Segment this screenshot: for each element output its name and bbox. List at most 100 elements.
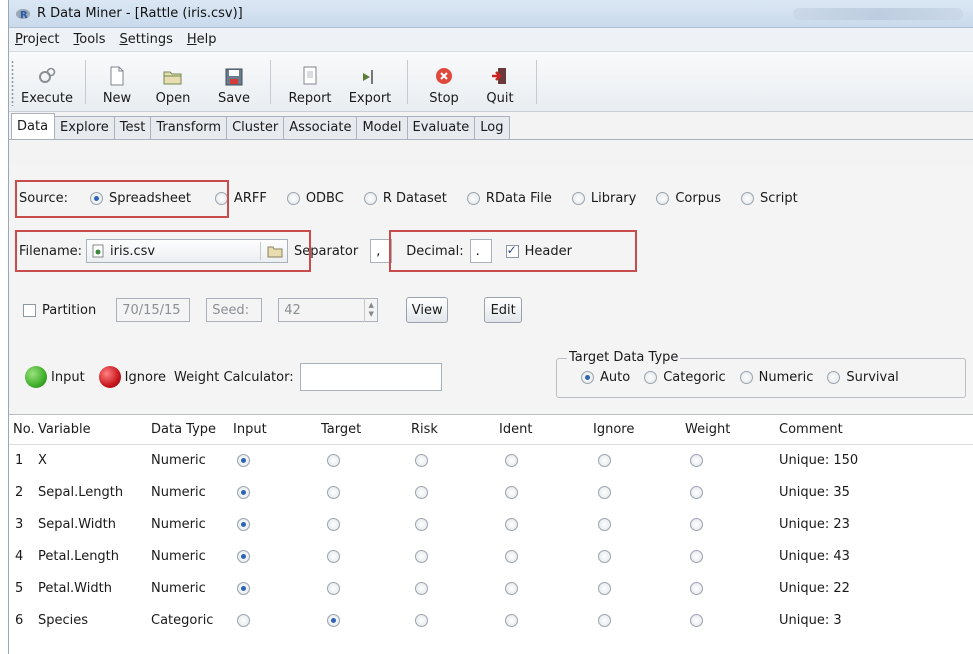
tab-model[interactable]: Model [356,116,408,139]
ignore-red-icon[interactable] [98,366,121,388]
target-auto-radio[interactable] [581,371,594,384]
role-risk-radio[interactable] [415,453,428,467]
input-green-icon[interactable] [25,366,47,388]
role-ignore-radio[interactable] [598,517,611,531]
execute-button[interactable]: Execute [17,55,77,111]
new-button[interactable]: New [94,55,140,111]
tab-associate[interactable]: Associate [283,116,358,139]
role-weight-radio[interactable] [690,581,703,595]
tab-log[interactable]: Log [474,116,510,139]
target-categoric-radio[interactable] [644,371,658,384]
role-target-radio[interactable] [327,453,340,467]
open-button[interactable]: Open [140,55,206,111]
role-target-radio[interactable] [327,549,340,563]
role-ignore-radio[interactable] [598,453,611,467]
title-bar: R R Data Miner - [Rattle (iris.csv)] [9,0,973,28]
col-target[interactable]: Target [321,422,361,437]
col-input[interactable]: Input [233,422,267,437]
role-input-radio[interactable] [237,517,250,531]
window-title: R Data Miner - [Rattle (iris.csv)] [37,6,243,21]
role-ident-radio[interactable] [505,581,518,595]
col-ident[interactable]: Ident [499,422,532,437]
role-weight-radio[interactable] [690,613,703,627]
role-ident-radio[interactable] [505,453,518,467]
quit-button[interactable]: Quit [472,55,528,111]
row-data-type: Numeric [151,580,206,596]
table-row: 2 Sepal.Length Numeric Unique: 35 [9,477,973,507]
export-button[interactable]: Export [341,55,399,111]
table-row: 6 Species Categoric Unique: 3 [9,605,973,635]
col-data-type[interactable]: Data Type [151,422,216,437]
source-script-radio[interactable] [740,192,754,205]
role-input-radio[interactable] [237,613,250,627]
col-variable[interactable]: Variable [38,422,91,437]
partition-input[interactable]: 70/15/15 [116,298,191,322]
role-risk-radio[interactable] [415,517,428,531]
source-library-radio[interactable] [571,192,585,205]
target-data-type-title: Target Data Type [567,350,681,365]
role-weight-radio[interactable] [690,453,703,467]
source-rdatafile-radio[interactable] [466,192,480,205]
role-target-radio[interactable] [327,485,340,499]
row-data-type: Numeric [151,516,206,532]
menu-help[interactable]: Help [181,32,225,47]
role-weight-radio[interactable] [690,517,703,531]
tab-cluster[interactable]: Cluster [226,116,285,139]
role-risk-radio[interactable] [415,485,428,499]
tab-explore[interactable]: Explore [54,116,115,139]
col-ignore[interactable]: Ignore [593,422,634,437]
role-ignore-radio[interactable] [598,581,611,595]
role-weight-radio[interactable] [690,549,703,563]
col-no[interactable]: No. [13,422,35,437]
role-ident-radio[interactable] [505,549,518,563]
col-weight[interactable]: Weight [685,422,730,437]
role-input-radio[interactable] [237,453,250,467]
role-ignore-radio[interactable] [598,485,611,499]
seed-spinner[interactable]: 42 ▲ ▼ [278,298,379,322]
highlight-separator-header [389,230,637,272]
target-survival-radio[interactable] [827,371,841,384]
row-data-type: Numeric [151,548,206,564]
col-comment[interactable]: Comment [779,422,843,437]
role-input-radio[interactable] [237,549,250,563]
tab-evaluate[interactable]: Evaluate [406,116,476,139]
partition-row: Partition 70/15/15 Seed: 42 ▲ ▼ View Edit [23,297,523,323]
col-risk[interactable]: Risk [411,422,438,437]
role-risk-radio[interactable] [415,549,428,563]
menu-project[interactable]: Project [9,32,68,47]
source-rdataset-radio[interactable] [363,192,377,205]
table-row: 3 Sepal.Width Numeric Unique: 23 [9,509,973,539]
role-ident-radio[interactable] [505,517,518,531]
stop-button[interactable]: Stop [416,55,472,111]
role-target-radio[interactable] [327,613,340,627]
source-corpus-radio[interactable] [656,192,670,205]
role-risk-radio[interactable] [415,613,428,627]
role-ident-radio[interactable] [505,485,518,499]
menu-tools[interactable]: Tools [68,32,114,47]
role-input-radio[interactable] [237,485,250,499]
partition-checkbox[interactable] [23,303,36,317]
role-ignore-radio[interactable] [598,613,611,627]
tab-transform[interactable]: Transform [150,116,228,139]
role-weight-radio[interactable] [690,485,703,499]
report-button[interactable]: Report [279,55,341,111]
save-button[interactable]: Save [206,55,262,111]
role-ident-radio[interactable] [505,613,518,627]
role-target-radio[interactable] [327,517,340,531]
role-input-radio[interactable] [237,581,250,595]
ignore-label: Ignore [124,369,167,385]
role-target-radio[interactable] [327,581,340,595]
execute-icon [39,67,56,83]
edit-button[interactable]: Edit [484,297,523,323]
table-row: 1 X Numeric Unique: 150 [9,445,973,475]
weight-calculator-input[interactable] [299,363,442,391]
menu-settings[interactable]: Settings [114,32,181,47]
view-button[interactable]: View [406,297,449,323]
tab-test[interactable]: Test [113,116,152,139]
tab-data[interactable]: Data [11,113,55,139]
row-variable: Sepal.Width [38,516,116,532]
target-numeric-radio[interactable] [739,371,753,384]
role-risk-radio[interactable] [415,581,428,595]
role-ignore-radio[interactable] [598,549,611,563]
source-odbc-radio[interactable] [286,192,300,205]
